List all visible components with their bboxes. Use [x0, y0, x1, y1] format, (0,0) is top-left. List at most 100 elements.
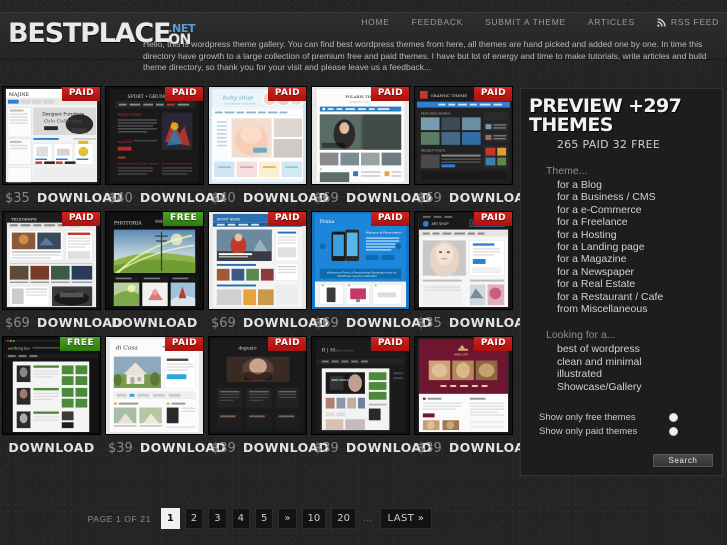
theme-thumbnail[interactable]: SPORT NEWS PAID — [208, 211, 307, 310]
sidebar-link-illustrated[interactable]: illustrated — [557, 368, 722, 380]
theme-card: SPORT NEWS PAID $69 DOWNLOAD — [208, 211, 329, 331]
theme-thumbnail[interactable]: GRAPHIC THEME FEATURED WORKS RECENT POST… — [414, 86, 513, 185]
theme-thumbnail[interactable]: POLARIS THEME photographer & blog PAID — [311, 86, 410, 185]
theme-meta: $40 DOWNLOAD — [105, 185, 226, 206]
theme-preview-sport: SPORT • GRUNGE Design Feature buy NOW Sp… — [106, 87, 203, 184]
theme-grid: MAJINE Designer Furniture Oslo Collectio… — [2, 86, 535, 461]
nav-item-articles[interactable]: ARTICLES — [588, 17, 635, 27]
nav-item-submit-a-theme[interactable]: SUBMIT A THEME — [485, 17, 566, 27]
svg-text:di Casa: di Casa — [116, 346, 138, 352]
theme-thumbnail[interactable]: SPORT • GRUNGE Design Feature buy NOW Sp… — [105, 86, 204, 185]
filter-radio-free[interactable] — [669, 413, 678, 423]
theme-badge: PAID — [164, 337, 203, 351]
theme-meta: $39 DOWNLOAD — [414, 435, 535, 456]
theme-meta: $35 DOWNLOAD — [2, 185, 123, 206]
theme-thumbnail[interactable]: ART SHOP PAID — [414, 211, 513, 310]
sidebar-link-landing-page[interactable]: for a Landing page — [557, 241, 722, 253]
pagination-page-20[interactable]: 20 — [331, 508, 356, 529]
sidebar-counts: 265 PAID 32 FREE — [556, 138, 661, 151]
svg-text:B | M: B | M — [322, 348, 335, 354]
pagination-page-10[interactable]: 10 — [301, 508, 327, 529]
sidebar-link-ecommerce[interactable]: for a e-Commerce — [557, 204, 722, 216]
theme-row: TELEGRAPH PAID $69 DOWNLOAD PHOTORIA FRE… — [2, 211, 535, 331]
theme-meta: $69 DOWNLOAD — [2, 310, 123, 331]
sidebar-link-restaurant-cafe[interactable]: for a Restaurant / Cafe — [557, 291, 722, 303]
theme-preview-bm: B | M fashion blog 2014 BEER WORLD — [312, 337, 409, 434]
sidebar-link-blog[interactable]: for a Blog — [557, 179, 722, 191]
theme-thumbnail[interactable]: earthing bar FREE — [2, 336, 101, 435]
filter-row-paid: Show only paid themes — [539, 426, 722, 437]
theme-price: $39 — [108, 441, 133, 456]
svg-text:FEATURED WORKS: FEATURED WORKS — [421, 111, 450, 115]
theme-thumbnail[interactable]: degusto PAID — [208, 336, 307, 435]
theme-badge: PAID — [370, 212, 409, 226]
sidebar-link-miscellaneous[interactable]: from Miscellaneous — [557, 303, 722, 315]
nav-label-rss-feed: RSS FEED — [670, 17, 719, 27]
sidebar-link-business-cms[interactable]: for a Business / CMS — [557, 191, 722, 203]
theme-badge: PAID — [61, 212, 100, 226]
nav-item-feedback[interactable]: FEEDBACK — [412, 17, 463, 27]
pagination-last-button[interactable]: LAST » — [379, 508, 433, 529]
theme-thumbnail[interactable]: PHOTORIA FREE — [105, 211, 204, 310]
theme-badge: PAID — [473, 212, 512, 226]
pagination-ellipsis: ... — [362, 513, 373, 524]
pagination-next-button[interactable]: » — [278, 508, 297, 529]
pagination-page-5[interactable]: 5 — [255, 508, 274, 529]
svg-text:Sport Feature / Grunge Feature: Sport Feature / Grunge Feature — [118, 161, 159, 165]
theme-row: MAJINE Designer Furniture Oslo Collectio… — [2, 86, 535, 206]
theme-thumbnail[interactable]: WINE CAFE PAID — [414, 336, 513, 435]
theme-download-link[interactable]: DOWNLOAD — [8, 440, 94, 455]
theme-row: earthing bar FREE DOWNLOAD di Casa PAID … — [2, 336, 535, 456]
theme-card: di Casa PAID $39 DOWNLOAD — [105, 336, 226, 456]
theme-thumbnail[interactable]: TELEGRAPH PAID — [2, 211, 101, 310]
svg-text:ART SHOP: ART SHOP — [432, 222, 450, 226]
theme-preview-graphic: GRAPHIC THEME FEATURED WORKS RECENT POST… — [415, 87, 512, 184]
theme-thumbnail[interactable]: di Casa PAID — [105, 336, 204, 435]
theme-price: $40 — [211, 191, 236, 206]
svg-text:photographer & blog: photographer & blog — [349, 101, 369, 104]
theme-meta: $39 DOWNLOAD — [208, 435, 329, 456]
sidebar-link-hosting[interactable]: for a Hosting — [557, 229, 722, 241]
theme-card: baby shop the best place for your baby P… — [208, 86, 329, 206]
theme-card: MAJINE Designer Furniture Oslo Collectio… — [2, 86, 123, 206]
theme-preview-polaris: POLARIS THEME photographer & blog — [312, 87, 409, 184]
sidebar-link-newspaper[interactable]: for a Newspaper — [557, 266, 722, 278]
theme-price: $40 — [108, 191, 133, 206]
pagination-page-2[interactable]: 2 — [184, 508, 204, 529]
theme-meta: $69 DOWNLOAD — [414, 185, 535, 206]
pagination: PAGE 1 OF 21 1 2 3 4 5 » 10 20 ... LAST … — [0, 508, 520, 529]
filter-radio-paid[interactable] — [669, 427, 678, 437]
theme-preview-dicasa: di Casa — [106, 337, 203, 434]
pagination-page-4[interactable]: 4 — [231, 508, 251, 529]
nav-item-home[interactable]: HOME — [361, 17, 389, 27]
filter-row-free: Show only free themes — [539, 412, 722, 423]
theme-price: $39 — [417, 441, 442, 456]
theme-card: WINE CAFE PAID $39 DOWNLOAD — [414, 336, 535, 456]
sidebar-link-showcase-gallery[interactable]: Showcase/Gallery — [557, 381, 722, 393]
theme-thumbnail[interactable]: Prima Welcome to Prima theme! Welcome to… — [311, 211, 410, 310]
theme-badge: PAID — [164, 87, 203, 101]
theme-card: GRAPHIC THEME FEATURED WORKS RECENT POST… — [414, 86, 535, 206]
sidebar-link-magazine[interactable]: for a Magazine — [557, 253, 722, 265]
pagination-label: PAGE 1 OF 21 — [87, 513, 151, 524]
sidebar-link-clean-and-minimal[interactable]: clean and minimal — [557, 356, 722, 368]
theme-badge: FREE — [163, 212, 203, 226]
svg-text:Oslo Collection: Oslo Collection — [44, 118, 82, 124]
sidebar-link-freelance[interactable]: for a Freelance — [557, 216, 722, 228]
nav-item-rss-feed[interactable]: RSS FEED — [657, 17, 719, 27]
theme-thumbnail[interactable]: baby shop the best place for your baby P… — [208, 86, 307, 185]
sidebar-link-real-estate[interactable]: for a Real Estate — [557, 278, 722, 290]
svg-text:buy NOW: buy NOW — [118, 140, 133, 144]
theme-card: SPORT • GRUNGE Design Feature buy NOW Sp… — [105, 86, 226, 206]
theme-download-link[interactable]: DOWNLOAD — [111, 315, 197, 330]
pagination-page-1[interactable]: 1 — [160, 508, 180, 529]
sidebar-theme-count: +297 — [628, 95, 682, 117]
search-button[interactable]: Search — [653, 454, 713, 467]
filter-label-free: Show only free themes — [539, 412, 636, 424]
sidebar-link-best-of-wordpress[interactable]: best of wordpress — [557, 343, 722, 355]
theme-thumbnail[interactable]: MAJINE Designer Furniture Oslo Collectio… — [2, 86, 101, 185]
pagination-page-3[interactable]: 3 — [208, 508, 227, 529]
theme-card: degusto PAID $39 DOWNLOAD — [208, 336, 329, 456]
theme-preview-wine: WINE CAFE — [415, 337, 512, 434]
theme-thumbnail[interactable]: B | M fashion blog 2014 BEER WORLD PAID — [311, 336, 410, 435]
